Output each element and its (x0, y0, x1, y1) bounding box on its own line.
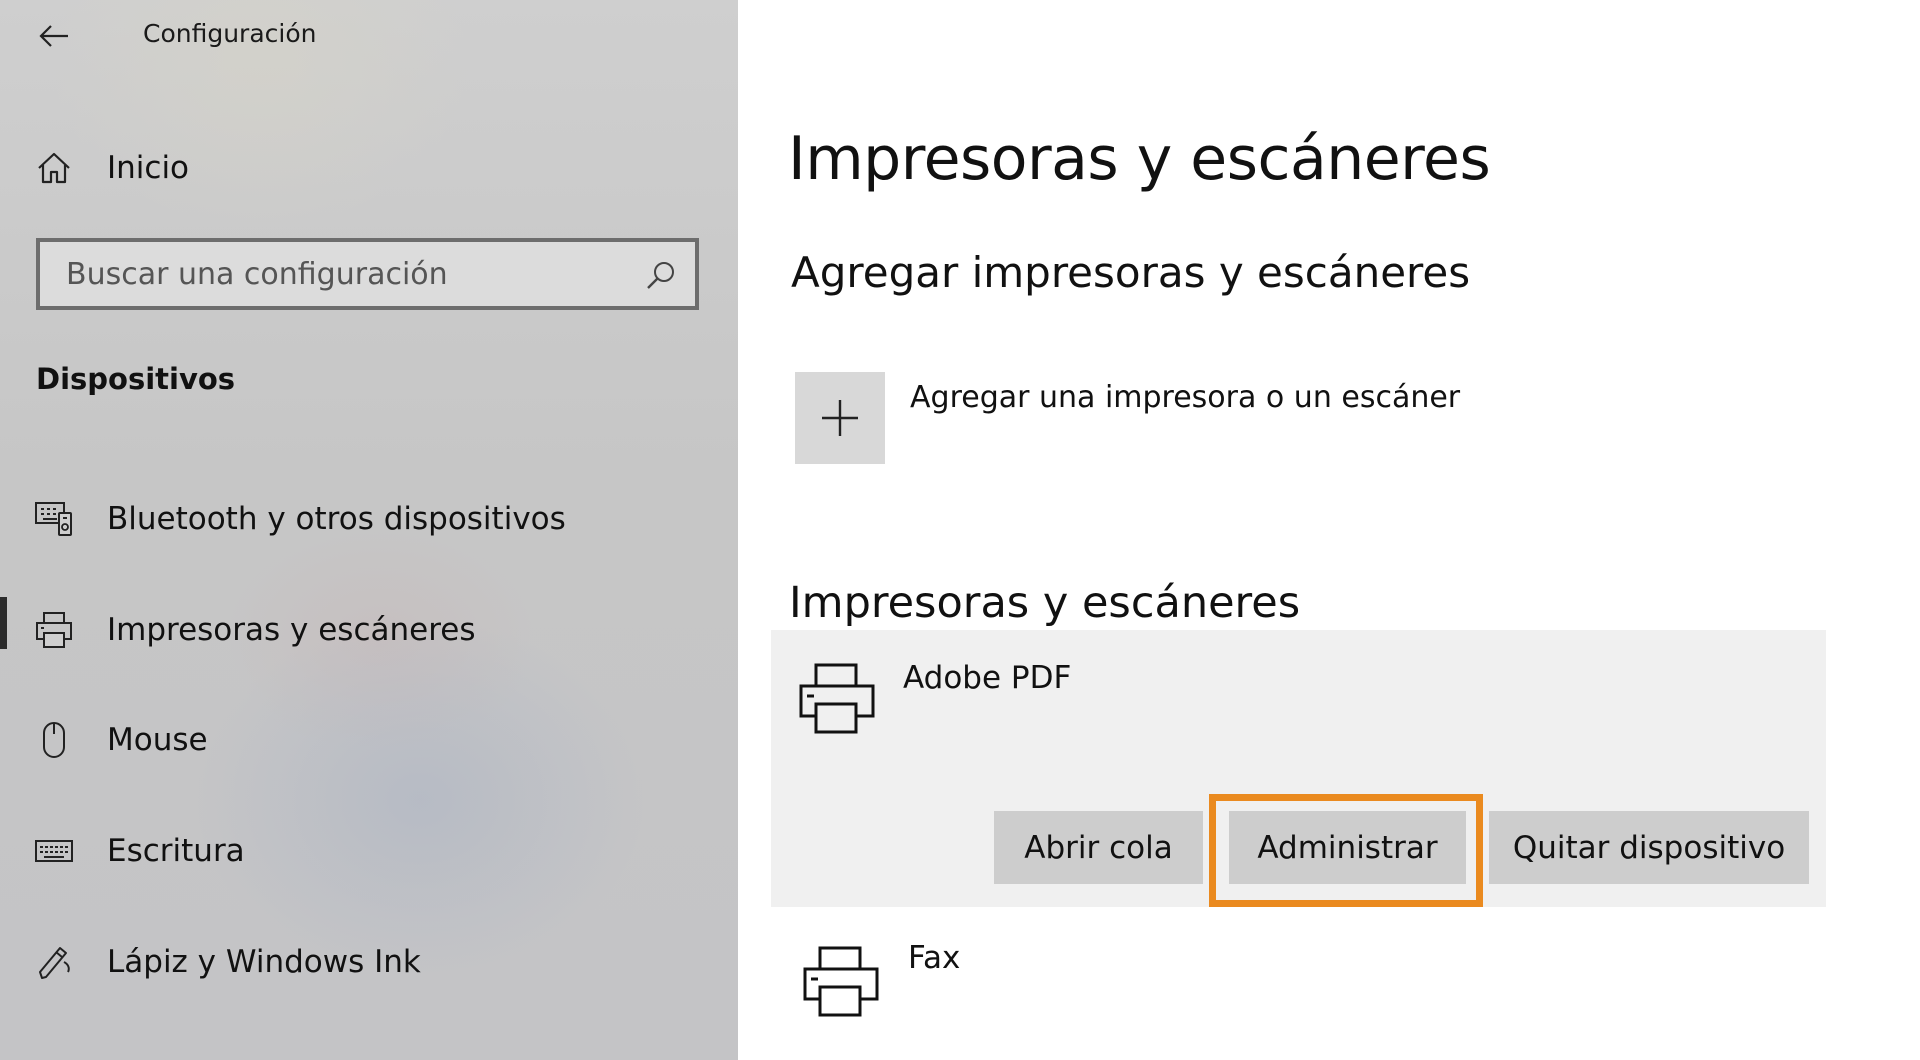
manage-button[interactable]: Administrar (1229, 811, 1466, 884)
sidebar-item-mouse[interactable]: Mouse (0, 700, 738, 780)
open-queue-button[interactable]: Abrir cola (994, 811, 1203, 884)
add-device-button[interactable] (795, 372, 885, 464)
search-icon[interactable] (645, 260, 677, 292)
plus-icon (822, 400, 858, 436)
app-title: Configuración (143, 19, 317, 48)
printer-icon (803, 946, 879, 1017)
section-header: Dispositivos (36, 362, 236, 396)
main-content: Impresoras y escáneres Agregar impresora… (738, 0, 1920, 1060)
add-device-label[interactable]: Agregar una impresora o un escáner (910, 380, 1460, 415)
device-name: Adobe PDF (903, 660, 1072, 696)
printer-icon (34, 610, 74, 650)
sidebar-item-bluetooth[interactable]: Bluetooth y otros dispositivos (0, 479, 738, 559)
device-name: Fax (908, 940, 961, 976)
sidebar-item-label: Lápiz y Windows Ink (107, 944, 421, 980)
sidebar-item-home[interactable]: Inicio (0, 128, 738, 208)
home-icon (34, 148, 74, 188)
printer-icon (799, 663, 875, 734)
add-section-title: Agregar impresoras y escáneres (791, 248, 1471, 297)
devices-list-title: Impresoras y escáneres (789, 578, 1301, 628)
sidebar-item-label: Mouse (107, 722, 208, 758)
back-arrow-icon (39, 25, 68, 47)
sidebar-item-label: Impresoras y escáneres (107, 612, 476, 648)
sidebar: Configuración Inicio Dispositivos (0, 0, 738, 1060)
page-title: Impresoras y escáneres (788, 124, 1491, 194)
keyboard-icon (34, 831, 74, 871)
sidebar-item-label: Escritura (107, 833, 245, 869)
remove-device-button[interactable]: Quitar dispositivo (1489, 811, 1809, 884)
search-field-container[interactable] (36, 238, 699, 310)
sidebar-item-pen[interactable]: Lápiz y Windows Ink (0, 922, 738, 1002)
sidebar-item-printers[interactable]: Impresoras y escáneres (0, 590, 738, 670)
back-button[interactable] (32, 16, 76, 56)
pen-icon (34, 942, 74, 982)
mouse-icon (34, 720, 74, 760)
sidebar-item-typing[interactable]: Escritura (0, 811, 738, 891)
search-input[interactable] (64, 255, 628, 293)
bluetooth-devices-icon (34, 499, 74, 539)
sidebar-item-label: Inicio (107, 150, 190, 186)
sidebar-item-label: Bluetooth y otros dispositivos (107, 501, 566, 537)
